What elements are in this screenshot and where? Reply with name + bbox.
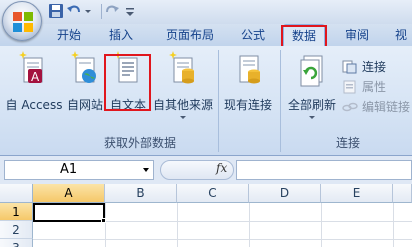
name-box-value: A1 [60,162,78,177]
edit-links-icon [342,99,358,120]
row-header-1[interactable]: 1 [0,203,33,221]
grid-line [249,203,250,247]
worksheet-grid[interactable]: A B C D E 1 2 3 [0,184,412,247]
name-box[interactable]: A1 [4,160,154,180]
tab-data[interactable]: 数据 [283,24,325,46]
web-globe-icon [70,50,100,93]
other-sources-icon [168,50,198,93]
quick-access-separator [101,4,102,19]
column-header-partial[interactable] [393,184,412,203]
refresh-all-label: 全部刷新 [287,98,336,112]
ribbon-panel: A 自 Access 自网站 自文本 自其他来源 现有连接 获取外部数据 全部刷… [0,46,412,156]
refresh-all-icon [297,50,327,93]
grid-line [177,203,178,247]
tab-review[interactable]: 审阅 [336,24,378,46]
existing-connections-icon [234,50,264,93]
ribbon-group-separator [280,50,281,152]
title-bar [0,0,412,24]
svg-text:A: A [31,70,40,84]
column-header-a[interactable]: A [33,184,105,203]
row-header-2[interactable]: 2 [0,221,33,239]
ribbon-tab-bar: 开始 插入 页面布局 公式 数据 审阅 视 [0,24,412,46]
properties-icon [342,79,358,100]
from-text-button[interactable]: 自文本 [106,50,150,130]
refresh-all-button[interactable]: 全部刷新 [284,50,340,130]
redo-icon[interactable] [104,3,122,21]
row-header-3[interactable]: 3 [0,239,33,247]
select-all-corner[interactable] [0,184,33,203]
grid-line [105,203,106,247]
fill-handle[interactable] [101,218,106,223]
group-label-get-external-data: 获取外部数据 [103,136,176,150]
save-icon[interactable] [48,3,66,21]
edit-links-label: 编辑链接 [362,100,411,114]
active-cell-a1[interactable] [33,203,105,222]
group-label-connections: 连接 [335,136,360,150]
office-logo-icon [13,12,33,32]
edit-links-button[interactable]: 编辑链接 [342,98,410,116]
text-file-icon [113,50,143,93]
connections-button[interactable]: 连接 [342,58,410,76]
grid-line [33,239,412,240]
column-header-b[interactable]: B [105,184,177,203]
formula-input[interactable] [236,160,412,180]
properties-label: 属性 [362,80,387,94]
formula-bar: A1 fx [0,156,412,184]
insert-function-button[interactable]: fx [216,161,227,175]
connections-label: 连接 [362,60,387,74]
chevron-down-icon[interactable] [143,168,149,172]
chevron-down-icon [180,116,186,119]
from-access-button[interactable]: A 自 Access [4,50,64,130]
from-web-label: 自网站 [66,98,103,112]
office-button[interactable] [2,1,42,41]
from-access-label: 自 Access [5,98,63,112]
existing-connections-label: 现有连接 [223,98,272,112]
grid-line [393,203,394,247]
undo-dropdown-icon[interactable] [84,3,102,21]
access-db-icon: A [18,50,48,93]
from-web-button[interactable]: 自网站 [64,50,106,130]
column-header-c[interactable]: C [177,184,249,203]
from-other-sources-button[interactable]: 自其他来源 [150,50,216,130]
existing-connections-button[interactable]: 现有连接 [220,50,276,130]
tab-home[interactable]: 开始 [48,24,90,46]
column-header-e[interactable]: E [321,184,393,203]
undo-icon[interactable] [66,3,84,21]
chevron-down-icon [309,116,315,119]
from-other-sources-label: 自其他来源 [152,98,213,112]
tab-page-layout[interactable]: 页面布局 [156,24,224,46]
customize-qat-icon[interactable] [124,3,142,21]
tab-formulas[interactable]: 公式 [232,24,274,46]
connections-icon [342,59,358,80]
column-header-d[interactable]: D [249,184,321,203]
grid-line [321,203,322,247]
properties-button[interactable]: 属性 [342,78,410,96]
from-text-label: 自文本 [109,98,146,112]
tab-insert[interactable]: 插入 [100,24,142,46]
tab-view[interactable]: 视 [390,24,412,46]
